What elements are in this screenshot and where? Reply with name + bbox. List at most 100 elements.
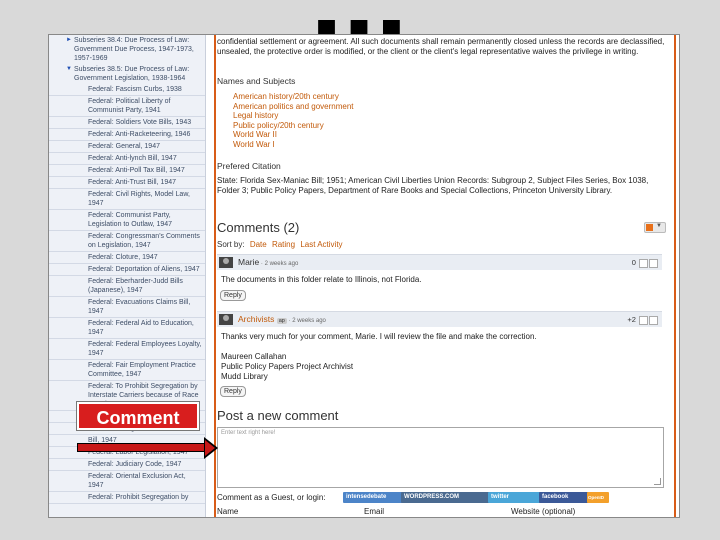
sidebar-folder-item[interactable]: Federal: Anti-Trust Bill, 1947	[49, 177, 205, 189]
sidebar-item-label: Federal: Soldiers Vote Bills, 1943	[88, 119, 192, 126]
sort-label: Sort by:	[217, 240, 245, 249]
comment-text-line	[221, 342, 661, 352]
comment-text: The documents in this folder relate to I…	[221, 275, 422, 284]
author-badge: ap	[276, 318, 287, 324]
sidebar-folder-item[interactable]: Federal: Federal Aid to Education, 1947	[49, 318, 205, 339]
comment-votes: +2	[627, 315, 658, 325]
sidebar-folder-item[interactable]: Federal: Civil Rights, Model Law, 1947	[49, 189, 205, 210]
thumbs-down-icon[interactable]	[649, 258, 658, 268]
callout-arrow-head-fill	[205, 440, 215, 456]
sort-rating-link[interactable]: Rating	[272, 240, 295, 249]
login-twitter-button[interactable]: twitter	[488, 492, 541, 503]
comment-header: Marie · 2 weeks ago 0	[217, 254, 662, 270]
names-subjects-heading: Names and Subjects	[217, 76, 296, 86]
sidebar-item-label: Federal: Fair Employment Practice Commit…	[88, 362, 196, 378]
sidebar-item-label: Federal: Communist Party, Legislation to…	[88, 212, 173, 228]
sidebar-subseries[interactable]: ▼ Subseries 38.5: Due Process of Law: Gov…	[49, 64, 205, 84]
subject-list: American history/20th century American po…	[233, 92, 354, 149]
subject-link[interactable]: Public policy/20th century	[233, 121, 354, 131]
sidebar-item-label: Federal: Federal Employees Loyalty, 1947	[88, 341, 202, 357]
sidebar-folder-item[interactable]: Federal: Oriental Exclusion Act, 1947	[49, 471, 205, 492]
comment-timestamp: · 2 weeks ago	[259, 261, 299, 267]
sidebar-folder-item[interactable]: Federal: Anti-Poll Tax Bill, 1947	[49, 165, 205, 177]
sidebar-folder-item[interactable]: Federal: Prohibit Segregation by	[49, 492, 205, 504]
callout-arrow	[77, 443, 205, 452]
login-wordpress-button[interactable]: WORDPRESS.COM	[401, 492, 490, 503]
sidebar-item-label: Subseries 38.5: Due Process of Law: Gove…	[74, 66, 190, 82]
rss-icon	[646, 224, 653, 231]
reply-button[interactable]: Reply	[220, 290, 246, 301]
sidebar-item-label: Federal: Fascism Curbs, 1938	[88, 86, 182, 93]
login-facebook-button[interactable]: facebook	[539, 492, 589, 503]
website-field-label: Website (optional)	[511, 507, 576, 516]
thumbs-up-icon[interactable]	[639, 315, 648, 325]
subject-link[interactable]: World War II	[233, 130, 354, 140]
sidebar-folder-item[interactable]: Federal: Political Liberty of Communist …	[49, 96, 205, 117]
sidebar-item-label: Federal: Civil Rights, Model Law, 1947	[88, 191, 190, 207]
comment-author: Marie · 2 weeks ago	[238, 257, 298, 267]
access-note: confidential settlement or agreement. Al…	[217, 37, 665, 56]
comment-text: Thanks very much for your comment, Marie…	[221, 332, 661, 382]
comments-title: Comments (2)	[217, 220, 300, 235]
rss-feed-button[interactable]: ▼	[644, 222, 666, 233]
comment-author-name[interactable]: Marie	[238, 257, 259, 267]
avatar	[219, 314, 233, 325]
sidebar-item-label: Federal: Cloture, 1947	[88, 254, 158, 261]
triangle-down-icon[interactable]: ▼	[66, 65, 72, 74]
sidebar-item-label: Federal: Congressman's Comments on Legis…	[88, 233, 200, 249]
sidebar-folder-item[interactable]: Federal: Soldiers Vote Bills, 1943	[49, 117, 205, 129]
sidebar-folder-item[interactable]: Federal: Congressman's Comments on Legis…	[49, 231, 205, 252]
sidebar-subseries[interactable]: ► Subseries 38.4: Due Process of Law: Gov…	[49, 35, 205, 64]
sort-bar: Sort by: Date Rating Last Activity	[217, 240, 343, 249]
reply-button[interactable]: Reply	[220, 386, 246, 397]
thumbs-down-icon[interactable]	[649, 315, 658, 325]
sidebar-item-label: Federal: Judiciary Code, 1947	[88, 461, 182, 468]
sidebar-folder-item[interactable]: Federal: Fascism Curbs, 1938	[49, 84, 205, 96]
comment-text-line: Public Policy Papers Project Archivist	[221, 362, 354, 371]
sort-last-activity-link[interactable]: Last Activity	[300, 240, 342, 249]
sidebar-folder-item[interactable]: Federal: Anti-lynch Bill, 1947	[49, 153, 205, 165]
email-field-label: Email	[364, 507, 385, 516]
triangle-right-icon[interactable]: ►	[66, 36, 72, 45]
sidebar-folder-item[interactable]: Federal: Judiciary Code, 1947	[49, 459, 205, 471]
sidebar-folder-item[interactable]: Federal: Communist Party, Legislation to…	[49, 210, 205, 231]
comment-header: Archivists ap · 2 weeks ago +2	[217, 311, 662, 327]
sidebar-folder-item[interactable]: Federal: Evacuations Claims Bill, 1947	[49, 297, 205, 318]
sidebar-item-label: Federal: Anti-Racketeering, 1946	[88, 131, 191, 138]
login-openid-button[interactable]: OpenID	[587, 492, 609, 503]
sidebar-item-label: Subseries 38.4: Due Process of Law: Gove…	[74, 37, 194, 62]
sidebar-item-label: Federal: Prohibit Segregation by	[88, 494, 189, 501]
comment-author: Archivists ap · 2 weeks ago	[238, 314, 326, 324]
content-right-border	[674, 35, 676, 517]
citation-text: State: Florida Sex-Maniac Bill; 1951; Am…	[217, 176, 649, 195]
login-intensedebate-button[interactable]: intensedebate	[343, 492, 403, 503]
post-comment-title: Post a new comment	[217, 408, 339, 423]
sidebar-item-label: Federal: Anti-Trust Bill, 1947	[88, 179, 177, 186]
sort-date-link[interactable]: Date	[250, 240, 267, 249]
preferred-citation-heading: Prefered Citation	[217, 161, 281, 171]
comment-text-line: Thanks very much for your comment, Marie…	[221, 332, 537, 341]
sidebar-item-label: Federal: Anti-lynch Bill, 1947	[88, 155, 177, 162]
subject-link[interactable]: Legal history	[233, 111, 354, 121]
sidebar-folder-item[interactable]: Federal: Fair Employment Practice Commit…	[49, 360, 205, 381]
sidebar-folder-item[interactable]: Federal: Cloture, 1947	[49, 252, 205, 264]
resize-grip-icon[interactable]	[654, 478, 661, 485]
thumbs-up-icon[interactable]	[639, 258, 648, 268]
subject-link[interactable]: American politics and government	[233, 102, 354, 112]
sidebar-item-label: Federal: Political Liberty of Communist …	[88, 98, 171, 114]
comment-author-name[interactable]: Archivists	[238, 314, 274, 324]
subject-link[interactable]: World War I	[233, 140, 354, 150]
comment-textarea[interactable]: Enter text right here!	[217, 427, 664, 488]
sidebar-folder-item[interactable]: Federal: Eberharder-Judd Bills (Japanese…	[49, 276, 205, 297]
comment-callout-label: Comment	[76, 401, 200, 431]
sidebar-folder-item[interactable]: Federal: Anti-Racketeering, 1946	[49, 129, 205, 141]
sidebar-folder-item[interactable]: Federal: Federal Employees Loyalty, 1947	[49, 339, 205, 360]
subject-link[interactable]: American history/20th century	[233, 92, 354, 102]
sidebar-folder-item[interactable]: Federal: Deportation of Aliens, 1947	[49, 264, 205, 276]
avatar	[219, 257, 233, 268]
comment-text-line: Maureen Callahan	[221, 352, 287, 361]
comment-timestamp: · 2 weeks ago	[286, 318, 326, 324]
comment-score: 0	[631, 258, 636, 267]
sidebar-folder-item[interactable]: Federal: General, 1947	[49, 141, 205, 153]
sidebar-item-label: Federal: Anti-Poll Tax Bill, 1947	[88, 167, 185, 174]
